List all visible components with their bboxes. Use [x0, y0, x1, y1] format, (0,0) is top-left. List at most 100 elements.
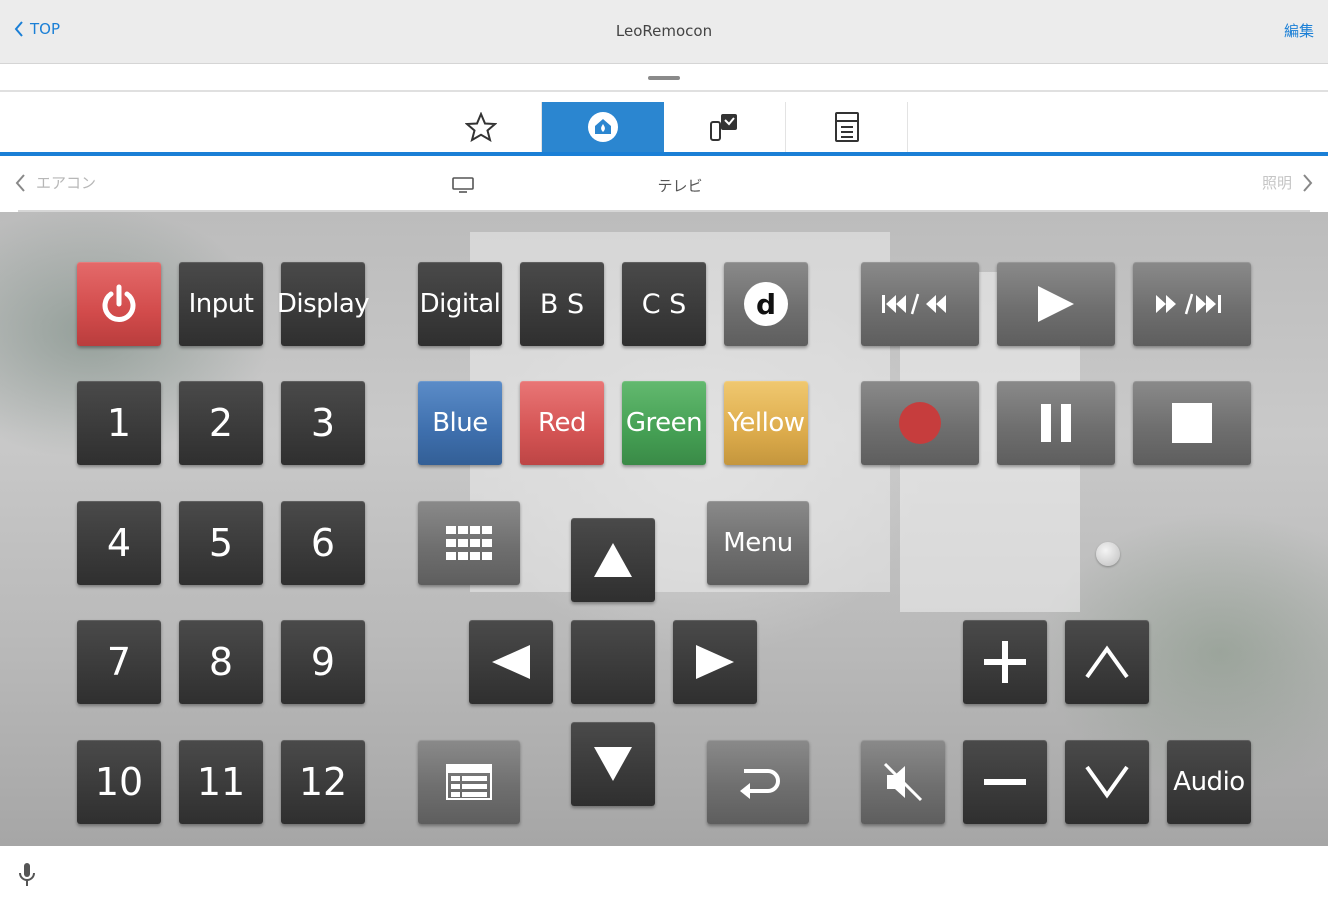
tab-bar [0, 92, 1328, 156]
d-button[interactable]: d [724, 262, 808, 346]
number-button-10[interactable]: 10 [77, 740, 161, 824]
mute-icon [883, 762, 923, 802]
assistive-touch-icon[interactable] [1096, 542, 1120, 566]
number-button-6[interactable]: 6 [281, 501, 365, 585]
number-button-12[interactable]: 12 [281, 740, 365, 824]
display-button[interactable]: Display [277, 262, 370, 346]
triangle-left-icon [492, 645, 530, 679]
triangle-up-icon [594, 543, 632, 577]
pause-icon [1041, 404, 1071, 442]
number-label: 12 [298, 760, 348, 804]
volume-up-button[interactable] [963, 620, 1047, 704]
record-icon [899, 402, 941, 444]
left-arrow-button[interactable] [469, 620, 553, 704]
triangle-down-icon [594, 747, 632, 781]
chevron-up-icon [1085, 645, 1129, 679]
up-arrow-button[interactable] [571, 518, 655, 602]
pause-button[interactable] [997, 381, 1115, 465]
yellow-label: Yellow [727, 408, 805, 438]
number-label: 6 [310, 521, 336, 565]
list-icon [834, 112, 859, 142]
power-icon [102, 284, 136, 322]
number-button-9[interactable]: 9 [281, 620, 365, 704]
rewind-button[interactable] [861, 262, 979, 346]
number-label: 4 [106, 521, 132, 565]
number-label: 11 [196, 760, 246, 804]
tab-list[interactable] [786, 102, 908, 152]
edit-button[interactable]: 編集 [1284, 20, 1314, 41]
current-device-label: テレビ [657, 177, 703, 195]
number-label: 2 [208, 401, 234, 445]
right-arrow-button[interactable] [673, 620, 757, 704]
number-button-3[interactable]: 3 [281, 381, 365, 465]
number-button-7[interactable]: 7 [77, 620, 161, 704]
return-icon [740, 769, 780, 799]
remote-panel: Input Display Digital B S C S d 1 2 3 Bl… [0, 212, 1328, 846]
drag-handle-strip[interactable] [0, 64, 1328, 92]
green-button[interactable]: Green [622, 381, 706, 465]
number-button-11[interactable]: 11 [179, 740, 263, 824]
star-icon [464, 112, 497, 142]
red-button[interactable]: Red [520, 381, 604, 465]
return-button[interactable] [707, 740, 809, 824]
minus-icon [984, 779, 1026, 785]
cs-label: C S [641, 288, 687, 320]
yellow-button[interactable]: Yellow [724, 381, 808, 465]
drag-handle[interactable] [648, 76, 680, 80]
play-button[interactable] [997, 262, 1115, 346]
devices-icon [709, 114, 737, 141]
next-device-button[interactable]: 照明 [1262, 172, 1314, 193]
menu-label: Menu [723, 528, 793, 558]
channel-up-button[interactable] [1065, 620, 1149, 704]
play-icon [1038, 286, 1074, 322]
tab-devices[interactable] [664, 102, 786, 152]
fast-forward-button[interactable] [1133, 262, 1251, 346]
bs-button[interactable]: B S [520, 262, 604, 346]
number-button-8[interactable]: 8 [179, 620, 263, 704]
tab-favorites[interactable] [420, 102, 542, 152]
number-label: 10 [94, 760, 144, 804]
power-button[interactable] [77, 262, 161, 346]
menu-button[interactable]: Menu [707, 501, 809, 585]
stop-icon [1172, 403, 1212, 443]
chevron-right-icon [1303, 173, 1313, 192]
ok-button[interactable] [571, 620, 655, 704]
number-button-1[interactable]: 1 [77, 381, 161, 465]
number-label: 3 [310, 401, 336, 445]
next-device-label: 照明 [1261, 174, 1292, 192]
bottom-bar [0, 846, 1328, 900]
digital-label: Digital [419, 289, 501, 319]
grid-button[interactable] [418, 501, 520, 585]
volume-down-button[interactable] [963, 740, 1047, 824]
down-arrow-button[interactable] [571, 722, 655, 806]
record-button[interactable] [861, 381, 979, 465]
display-label: Display [276, 289, 370, 319]
plus-icon [984, 641, 1026, 683]
blue-button[interactable]: Blue [418, 381, 502, 465]
audio-label: Audio [1173, 767, 1245, 797]
app-title: LeoRemocon [615, 22, 713, 40]
input-button[interactable]: Input [179, 262, 263, 346]
red-label: Red [538, 408, 586, 438]
digital-button[interactable]: Digital [418, 262, 502, 346]
number-label: 9 [310, 640, 336, 684]
number-button-4[interactable]: 4 [77, 501, 161, 585]
channel-down-button[interactable] [1065, 740, 1149, 824]
mute-button[interactable] [861, 740, 945, 824]
microphone-icon[interactable] [18, 862, 36, 888]
number-button-2[interactable]: 2 [179, 381, 263, 465]
title-bar: TOP LeoRemocon 編集 [0, 0, 1328, 64]
number-label: 1 [106, 401, 132, 445]
stop-button[interactable] [1133, 381, 1251, 465]
cs-button[interactable]: C S [622, 262, 706, 346]
number-button-5[interactable]: 5 [179, 501, 263, 585]
fast-forward-icon [1156, 293, 1221, 315]
program-guide-icon [446, 764, 492, 800]
number-label: 7 [106, 640, 132, 684]
number-label: 5 [208, 521, 234, 565]
blue-label: Blue [432, 408, 488, 438]
audio-button[interactable]: Audio [1167, 740, 1251, 824]
green-label: Green [625, 408, 703, 438]
program-guide-button[interactable] [418, 740, 520, 824]
tab-home[interactable] [542, 102, 664, 152]
